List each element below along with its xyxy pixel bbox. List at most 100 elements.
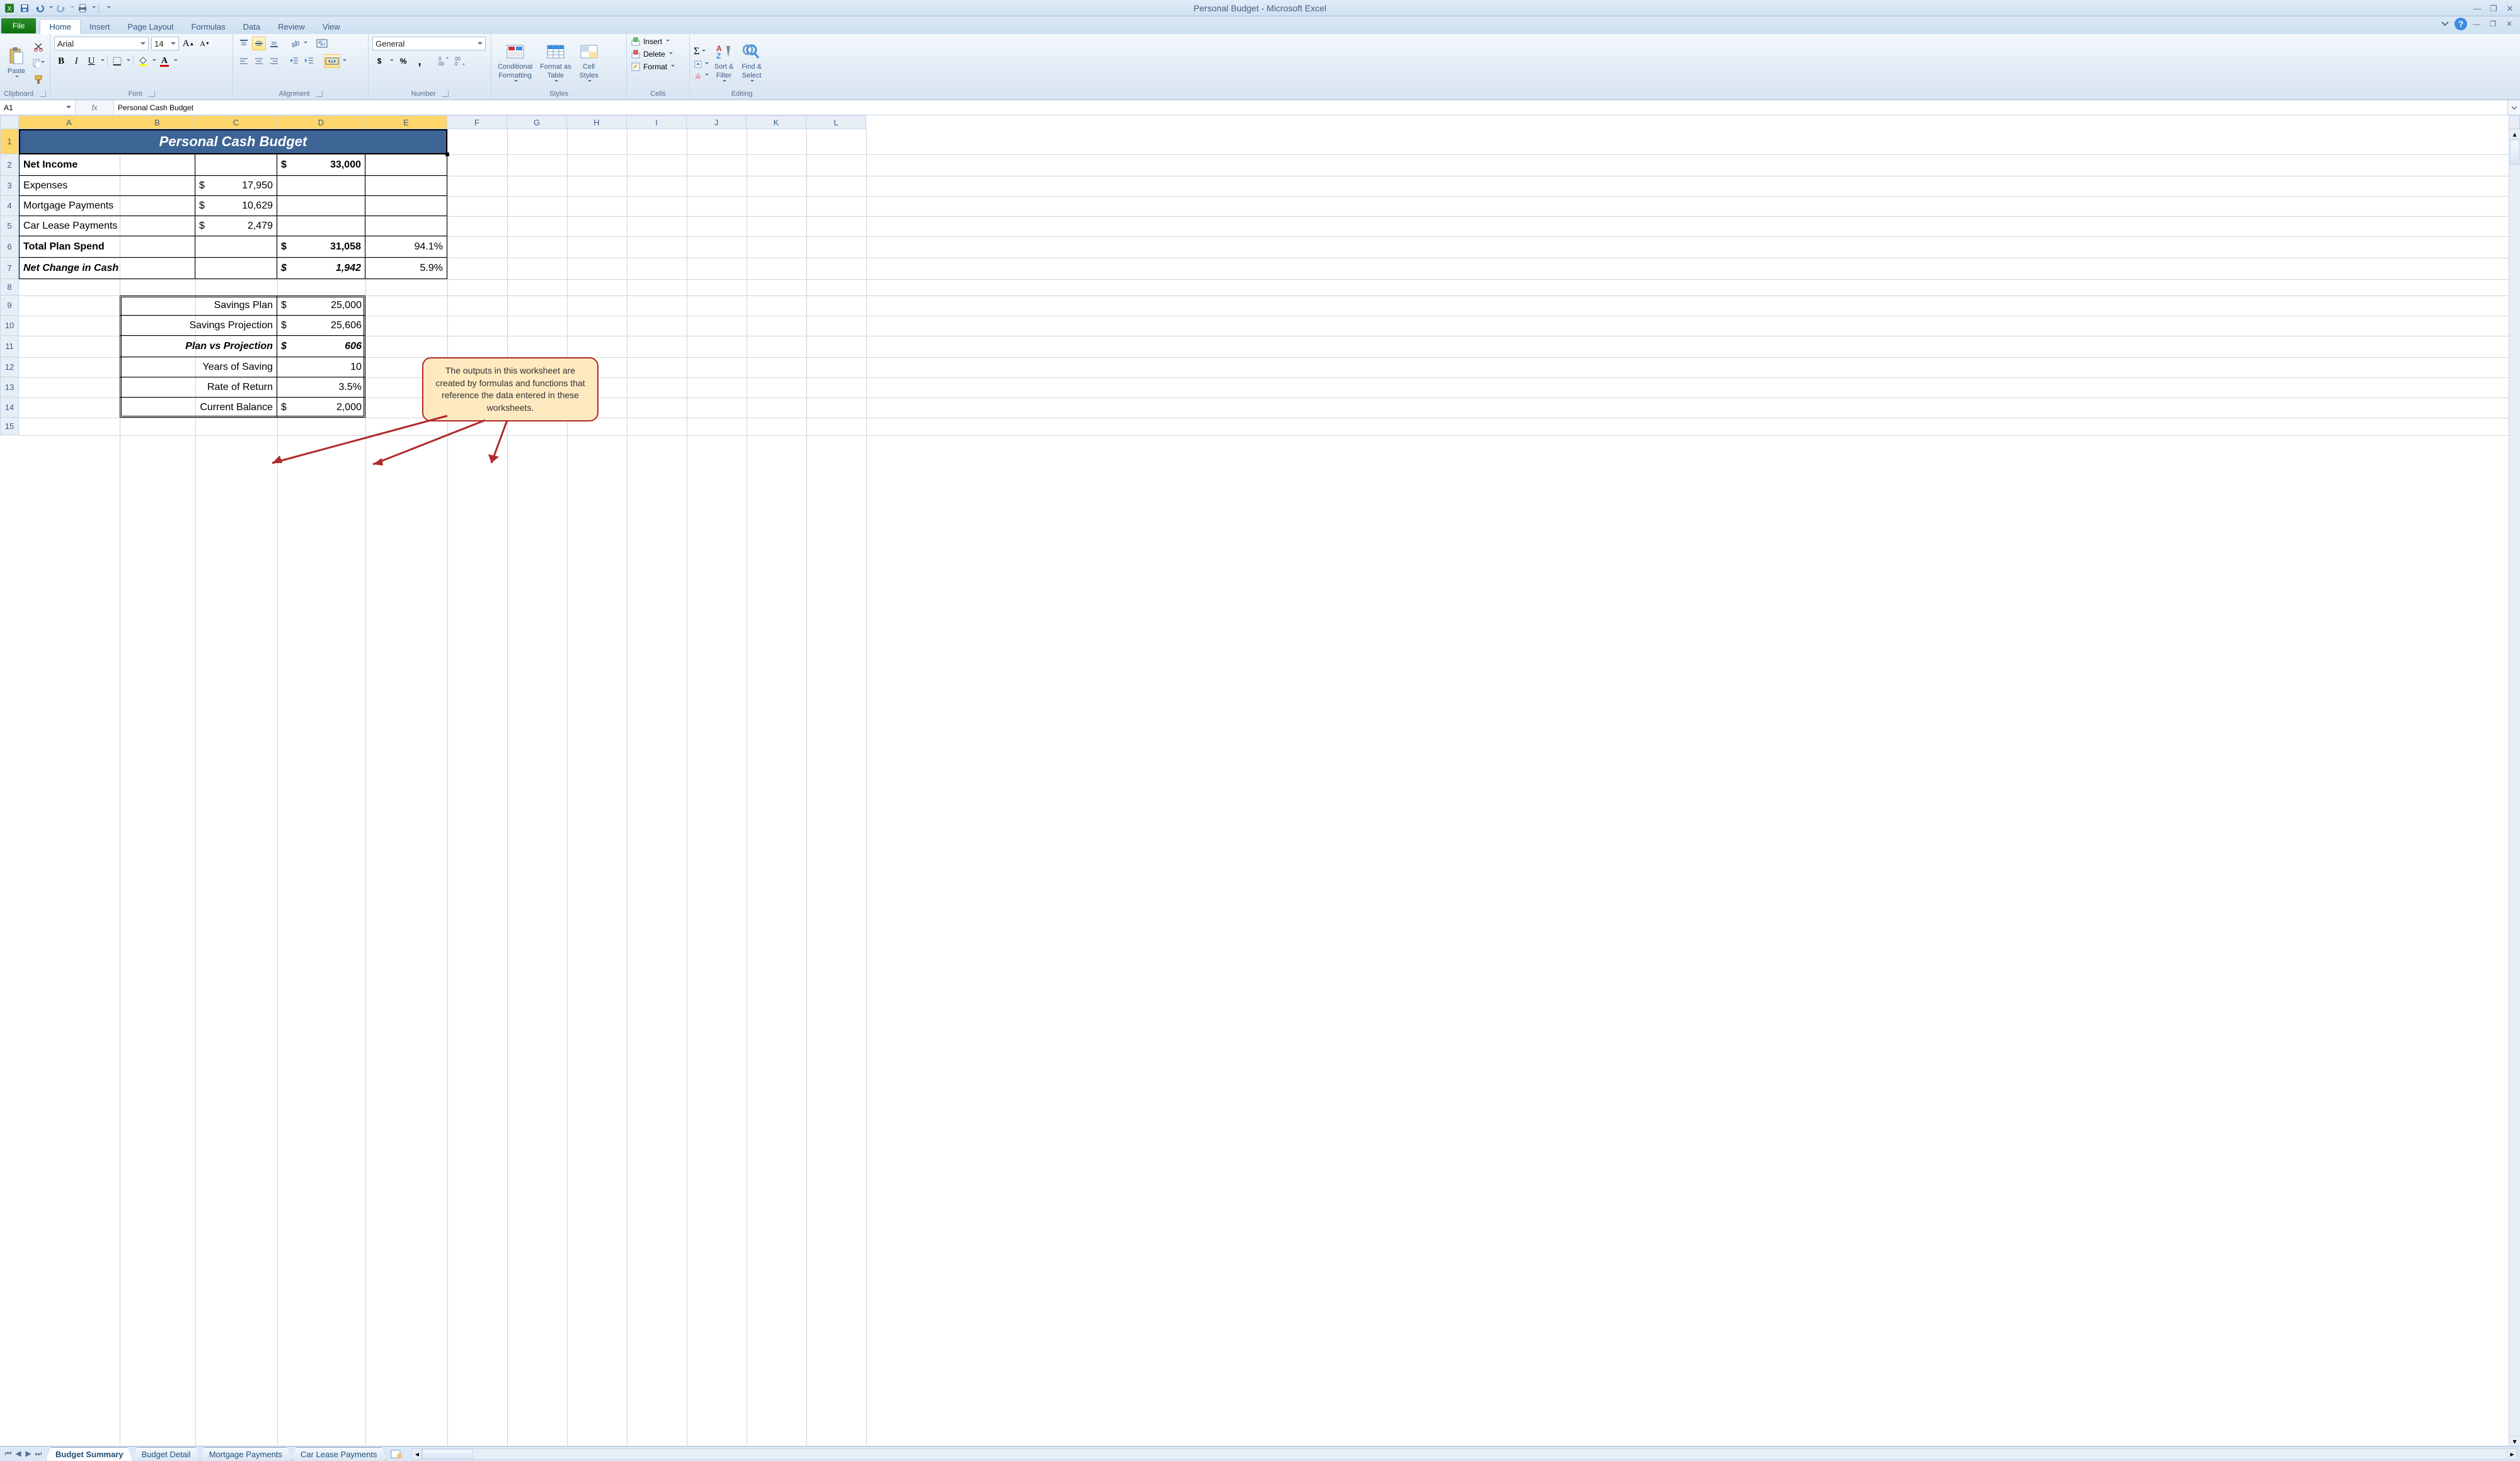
- border-icon[interactable]: [110, 54, 124, 68]
- sheet-tab-budget-detail[interactable]: Budget Detail: [132, 1447, 200, 1461]
- row-header-4[interactable]: 4: [0, 196, 19, 216]
- align-bottom-icon[interactable]: [267, 37, 281, 50]
- minimize-icon[interactable]: —: [2470, 4, 2485, 13]
- bold-button[interactable]: B: [54, 54, 68, 68]
- redo-icon[interactable]: [54, 2, 68, 14]
- cell-C6[interactable]: [195, 236, 277, 258]
- sort-filter-button[interactable]: AZ Sort & Filter: [711, 40, 736, 84]
- cell-A3[interactable]: Expenses: [19, 176, 195, 196]
- font-launcher-icon[interactable]: [149, 91, 155, 97]
- quick-print-icon[interactable]: [76, 2, 89, 14]
- sheet-tab-budget-summary[interactable]: Budget Summary: [46, 1447, 133, 1461]
- tab-data[interactable]: Data: [234, 20, 269, 34]
- col-header-I[interactable]: I: [627, 115, 687, 129]
- fill-dropdown-icon[interactable]: [152, 59, 156, 63]
- cell-E3[interactable]: [365, 176, 447, 196]
- cell-C5[interactable]: $2,479: [195, 216, 277, 236]
- cell-C2[interactable]: [195, 154, 277, 176]
- workbook-minimize-icon[interactable]: —: [2470, 18, 2483, 30]
- row-header-15[interactable]: 15: [0, 418, 19, 435]
- sheet-body[interactable]: Personal Cash BudgetNet Income$33,000Exp…: [19, 129, 2509, 1446]
- underline-dropdown-icon[interactable]: [101, 59, 105, 63]
- row-header-13[interactable]: 13: [0, 377, 19, 398]
- col-header-H[interactable]: H: [567, 115, 627, 129]
- merge-center-icon[interactable]: a: [324, 54, 340, 68]
- row-header-5[interactable]: 5: [0, 216, 19, 236]
- conditional-formatting-button[interactable]: Conditional Formatting: [495, 40, 535, 84]
- align-middle-icon[interactable]: [252, 37, 266, 50]
- orientation-dropdown-icon[interactable]: [304, 42, 307, 45]
- wrap-text-icon[interactable]: ab: [315, 37, 329, 50]
- shrink-font-icon[interactable]: A▼: [198, 37, 212, 50]
- cell-D10[interactable]: $25,606: [277, 316, 365, 336]
- cell-E7[interactable]: 5.9%: [365, 258, 447, 279]
- row-header-11[interactable]: 11: [0, 336, 19, 357]
- col-header-A[interactable]: A: [19, 115, 120, 129]
- horizontal-scrollbar[interactable]: ◂ ▸: [411, 1448, 2517, 1460]
- cell-D4[interactable]: [277, 196, 365, 216]
- format-painter-icon[interactable]: [32, 72, 45, 86]
- increase-decimal-icon[interactable]: .0.00: [437, 54, 450, 68]
- cell-BC10[interactable]: Savings Projection: [120, 316, 277, 336]
- cell-D5[interactable]: [277, 216, 365, 236]
- cell-styles-button[interactable]: Cell Styles: [576, 40, 602, 84]
- col-header-C[interactable]: C: [195, 115, 277, 129]
- merge-dropdown-icon[interactable]: [343, 59, 346, 63]
- expand-formula-bar-icon[interactable]: [2507, 100, 2520, 115]
- insert-cells-button[interactable]: Insert: [631, 37, 685, 47]
- workbook-restore-icon[interactable]: ❐: [2486, 18, 2500, 30]
- percent-format-icon[interactable]: %: [396, 54, 410, 68]
- col-header-K[interactable]: K: [747, 115, 806, 129]
- cell-A7[interactable]: Net Change in Cash: [19, 258, 195, 279]
- cell-BC12[interactable]: Years of Saving: [120, 357, 277, 377]
- close-icon[interactable]: ✕: [2502, 4, 2517, 13]
- decrease-indent-icon[interactable]: [287, 54, 301, 68]
- number-launcher-icon[interactable]: [442, 91, 449, 97]
- tab-insert[interactable]: Insert: [81, 20, 119, 34]
- scroll-thumb[interactable]: [2510, 140, 2519, 165]
- cell-BC13[interactable]: Rate of Return: [120, 377, 277, 398]
- cell-BC9[interactable]: Savings Plan: [120, 295, 277, 316]
- number-format-select[interactable]: General: [372, 37, 486, 50]
- comma-format-icon[interactable]: ,: [413, 54, 427, 68]
- save-icon[interactable]: [18, 2, 32, 14]
- align-left-icon[interactable]: [237, 54, 251, 68]
- increase-indent-icon[interactable]: [302, 54, 316, 68]
- cell-A4[interactable]: Mortgage Payments: [19, 196, 195, 216]
- row-header-6[interactable]: 6: [0, 236, 19, 258]
- cell-D7[interactable]: $1,942: [277, 258, 365, 279]
- cut-icon[interactable]: [32, 40, 45, 54]
- row-header-1[interactable]: 1: [0, 129, 19, 154]
- sheet-tab-mortgage-payments[interactable]: Mortgage Payments: [200, 1447, 292, 1461]
- italic-button[interactable]: I: [69, 54, 83, 68]
- cell-A6[interactable]: Total Plan Spend: [19, 236, 195, 258]
- customize-qat-icon[interactable]: [101, 2, 115, 14]
- tab-formulas[interactable]: Formulas: [183, 20, 234, 34]
- font-name-select[interactable]: Arial: [54, 37, 149, 50]
- cell-C3[interactable]: $17,950: [195, 176, 277, 196]
- scroll-left-icon[interactable]: ◂: [412, 1449, 422, 1459]
- col-header-L[interactable]: L: [806, 115, 866, 129]
- tab-review[interactable]: Review: [269, 20, 314, 34]
- row-header-10[interactable]: 10: [0, 316, 19, 336]
- cell-D13[interactable]: 3.5%: [277, 377, 365, 398]
- row-header-3[interactable]: 3: [0, 176, 19, 196]
- col-header-G[interactable]: G: [507, 115, 567, 129]
- cell-D2[interactable]: $33,000: [277, 154, 365, 176]
- font-color-icon[interactable]: A: [158, 54, 171, 68]
- title-cell[interactable]: Personal Cash Budget: [19, 129, 447, 154]
- fill-color-icon[interactable]: [136, 54, 150, 68]
- cell-C7[interactable]: [195, 258, 277, 279]
- first-sheet-icon[interactable]: ⏮: [4, 1449, 13, 1458]
- col-header-F[interactable]: F: [447, 115, 507, 129]
- font-color-dropdown-icon[interactable]: [174, 59, 178, 63]
- cell-BC14[interactable]: Current Balance: [120, 398, 277, 418]
- scroll-right-icon[interactable]: ▸: [2507, 1449, 2517, 1459]
- row-header-12[interactable]: 12: [0, 357, 19, 377]
- cell-D6[interactable]: $31,058: [277, 236, 365, 258]
- border-dropdown-icon[interactable]: [127, 59, 130, 63]
- cell-BC11[interactable]: Plan vs Projection: [120, 336, 277, 357]
- copy-icon[interactable]: [32, 56, 45, 70]
- cell-E4[interactable]: [365, 196, 447, 216]
- vertical-scrollbar[interactable]: ▴ ▾: [2509, 129, 2520, 1446]
